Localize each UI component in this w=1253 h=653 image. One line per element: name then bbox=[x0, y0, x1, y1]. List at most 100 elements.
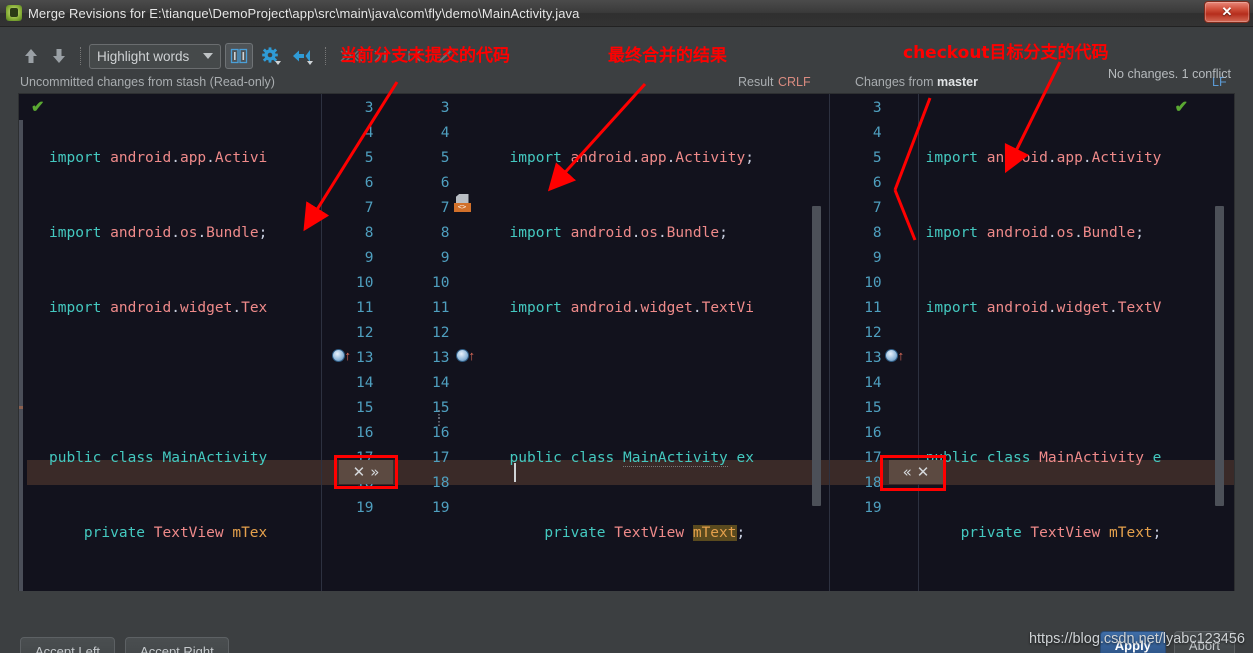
close-icon[interactable]: ✕ bbox=[1204, 1, 1250, 23]
next-difference-button[interactable] bbox=[46, 43, 72, 69]
code-line: import android.os.Bundle; bbox=[925, 225, 1144, 241]
center-right-breakpoint-marker[interactable]: ↑ bbox=[455, 347, 476, 365]
right-pane-header: Changes from master bbox=[855, 75, 978, 89]
line-number: 9 bbox=[364, 250, 374, 266]
line-number: 8 bbox=[440, 225, 450, 241]
code-line: import android.widget.TextV bbox=[925, 300, 1162, 316]
code-line: import android.app.Activi bbox=[49, 150, 268, 166]
line-number: 7 bbox=[872, 200, 882, 216]
right-pane-header-prefix: Changes from bbox=[855, 75, 937, 89]
center-left-breakpoint-marker[interactable]: ↑ bbox=[331, 347, 351, 365]
check-icon: ✔ bbox=[1174, 99, 1189, 116]
line-number: 14 bbox=[864, 375, 882, 391]
center-vertical-scrollbar[interactable] bbox=[811, 94, 821, 614]
line-number: 11 bbox=[864, 300, 882, 316]
left-changebar-lower bbox=[19, 409, 23, 614]
toolbar-separator-2 bbox=[325, 47, 326, 65]
breakpoint-icon bbox=[455, 349, 469, 363]
right-gutter-divider bbox=[917, 94, 919, 614]
line-number: 16 bbox=[356, 425, 374, 441]
center-line-separator-label[interactable]: CRLF bbox=[778, 75, 811, 89]
right-vertical-scrollbar[interactable] bbox=[1214, 94, 1224, 614]
accept-left-button[interactable]: Accept Left bbox=[20, 637, 116, 653]
breakpoint-icon bbox=[331, 349, 345, 363]
scrollbar-thumb[interactable] bbox=[1214, 206, 1224, 506]
arrow-up-marker-icon: ↑ bbox=[897, 348, 905, 363]
dialog-body: Highlight words Uncommitted changes from… bbox=[0, 27, 1253, 653]
gear-icon bbox=[262, 47, 281, 65]
line-number: 9 bbox=[440, 250, 450, 266]
line-number: 10 bbox=[864, 275, 882, 291]
line-number: 11 bbox=[432, 300, 450, 316]
right-status-check: ✔ bbox=[1175, 97, 1188, 117]
dialog-footer: Accept Left Accept Right Apply Abort htt… bbox=[0, 591, 1253, 653]
line-number: 19 bbox=[864, 500, 882, 516]
run-configuration-icon: <> bbox=[453, 194, 471, 212]
line-number: 7 bbox=[364, 200, 374, 216]
arrow-up-marker-icon: ↑ bbox=[468, 348, 476, 363]
center-pane-header: Result bbox=[738, 75, 774, 89]
line-number: 13 bbox=[432, 350, 450, 366]
line-number: 15 bbox=[356, 400, 374, 416]
line-number: 6 bbox=[364, 175, 374, 191]
line-number: 11 bbox=[356, 300, 374, 316]
diff-settings-button[interactable] bbox=[257, 43, 285, 69]
right-editor-pane[interactable]: 3 4 5 6 7 8 9 10 11 12 13 14 15 16 17 18 bbox=[829, 94, 1234, 614]
code-line: import android.app.Activity bbox=[925, 150, 1162, 166]
line-number: 19 bbox=[432, 500, 450, 516]
annotation-center-note: 最终合并的结果 bbox=[608, 46, 727, 66]
magic-resolve-button[interactable] bbox=[289, 43, 317, 69]
right-breakpoint-marker[interactable]: ↑ bbox=[884, 347, 905, 365]
android-studio-icon bbox=[6, 5, 22, 21]
window-titlebar: Merge Revisions for E:\tianque\DemoProje… bbox=[0, 0, 1253, 27]
line-number: 9 bbox=[872, 250, 882, 266]
conflict-status-label: No changes. 1 conflict bbox=[1108, 67, 1231, 81]
footer-left-buttons: Accept Left Accept Right bbox=[20, 637, 229, 653]
split-view-icon bbox=[230, 48, 248, 64]
run-class-marker[interactable]: <> bbox=[453, 194, 471, 212]
center-editor-pane[interactable]: 3 4 5 6 7 8 9 10 11 12 13 14 15 16 17 18 bbox=[321, 94, 829, 614]
watermark-text: https://blog.csdn.net/lyabc123456 bbox=[1028, 631, 1245, 647]
left-editor-pane[interactable]: ✔ import android.app.Activi import andro… bbox=[19, 94, 321, 614]
line-number: 8 bbox=[872, 225, 882, 241]
center-gutter-right: 3 4 5 6 7 8 9 10 11 12 13 14 15 16 17 18 bbox=[398, 96, 450, 521]
left-status-check: ✔ bbox=[31, 97, 44, 117]
code-line: private TextView mText; bbox=[960, 525, 1162, 541]
line-number: 12 bbox=[432, 325, 450, 341]
line-number: 5 bbox=[872, 150, 882, 166]
highlight-mode-dropdown[interactable]: Highlight words bbox=[89, 43, 221, 69]
code-line: public class MainActivity e bbox=[925, 450, 1162, 466]
line-number: 4 bbox=[364, 125, 374, 141]
line-number: 12 bbox=[356, 325, 374, 341]
line-number: 16 bbox=[864, 425, 882, 441]
code-line: import android.widget.TextVi bbox=[509, 300, 754, 316]
right-code: import android.app.Activity import andro… bbox=[926, 96, 1162, 614]
right-pane-header-branch: master bbox=[936, 75, 978, 89]
accept-right-button[interactable]: Accept Right bbox=[125, 637, 229, 653]
line-number: 3 bbox=[872, 100, 882, 116]
line-number: 4 bbox=[440, 125, 450, 141]
line-number: 3 bbox=[440, 100, 450, 116]
left-conflict-highlight-box bbox=[334, 455, 398, 489]
code-line: public class MainActivity ex bbox=[509, 450, 754, 467]
previous-difference-button[interactable] bbox=[18, 43, 44, 69]
scrollbar-thumb[interactable] bbox=[811, 206, 821, 506]
line-number: 5 bbox=[440, 150, 450, 166]
merge-editor-area: ✔ import android.app.Activi import andro… bbox=[18, 93, 1235, 615]
line-number: 7 bbox=[440, 200, 450, 216]
code-line: public class MainActivity bbox=[49, 450, 268, 466]
line-number: 10 bbox=[432, 275, 450, 291]
toggle-side-by-side-button[interactable] bbox=[225, 43, 253, 69]
chevron-down-icon bbox=[203, 53, 213, 59]
merge-revisions-dialog: Merge Revisions for E:\tianque\DemoProje… bbox=[0, 0, 1253, 653]
line-number: 15 bbox=[864, 400, 882, 416]
line-number: 4 bbox=[872, 125, 882, 141]
line-number: 10 bbox=[356, 275, 374, 291]
left-code: import android.app.Activi import android… bbox=[49, 96, 267, 614]
line-number: 12 bbox=[864, 325, 882, 341]
line-number: 3 bbox=[364, 100, 374, 116]
code-line: private TextView mText; bbox=[544, 525, 746, 541]
line-number: 6 bbox=[872, 175, 882, 191]
